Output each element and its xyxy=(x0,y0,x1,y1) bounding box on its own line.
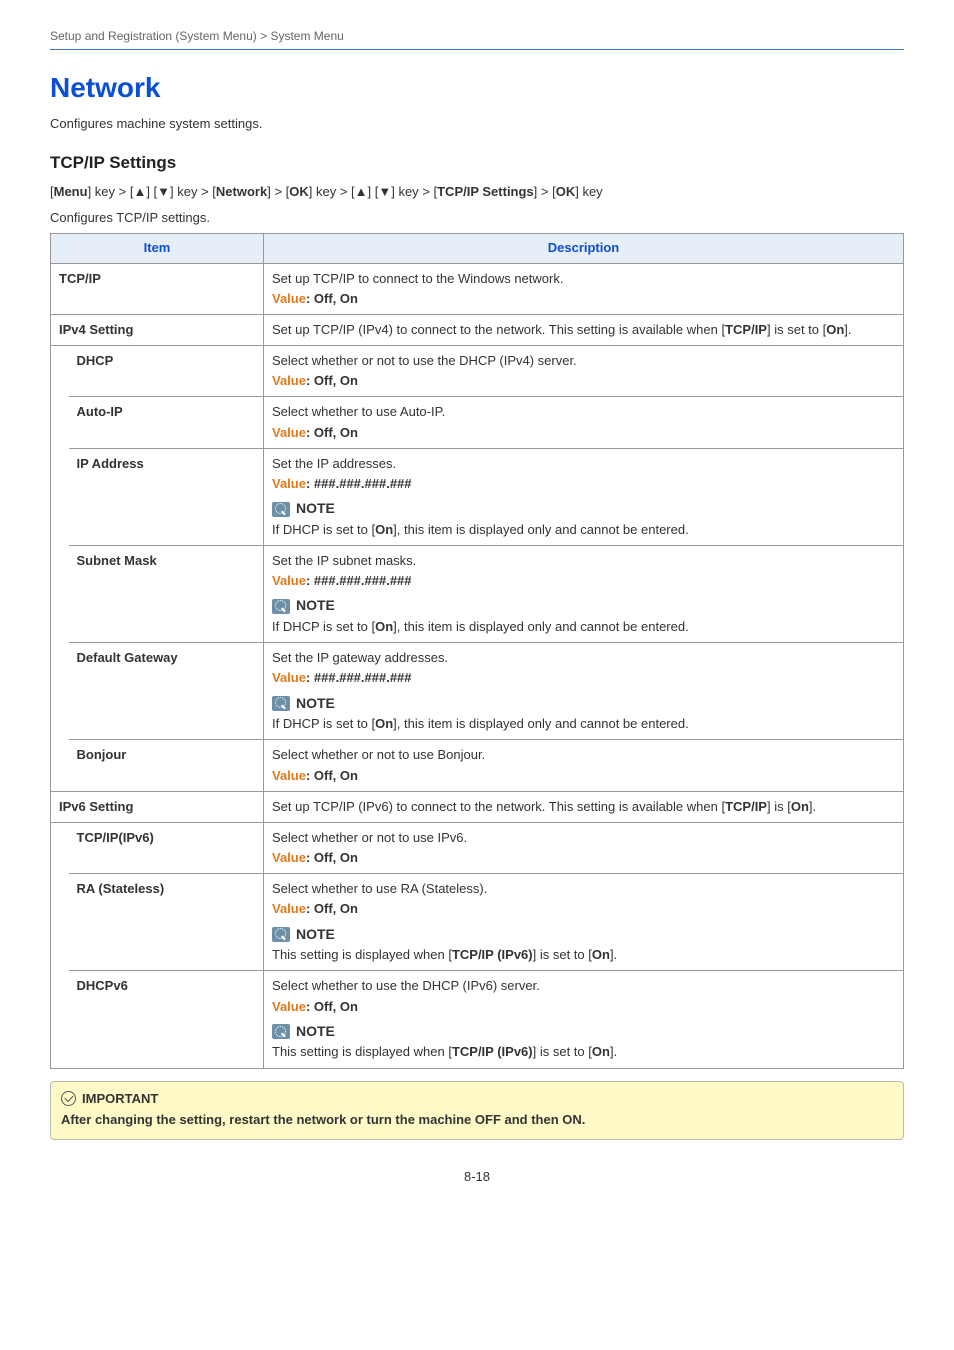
table-row: IP Address Set the IP addresses. Value: … xyxy=(51,448,904,545)
table-header-row: Item Description xyxy=(51,234,904,263)
table-row: RA (Stateless) Select whether to use RA … xyxy=(51,874,904,971)
row-bonjour-label: Bonjour xyxy=(69,740,264,791)
important-header: IMPORTANT xyxy=(61,1090,893,1108)
row-dhcp-desc: Select whether or not to use the DHCP (I… xyxy=(264,346,904,397)
row-dhcpv6-label: DHCPv6 xyxy=(69,971,264,1068)
row-dhcp-label: DHCP xyxy=(69,346,264,397)
row-subnet-label: Subnet Mask xyxy=(69,546,264,643)
row-ipaddr-desc: Set the IP addresses. Value: ###.###.###… xyxy=(264,448,904,545)
table-row: IPv4 Setting Set up TCP/IP (IPv4) to con… xyxy=(51,314,904,345)
row-ra-label: RA (Stateless) xyxy=(69,874,264,971)
breadcrumb: Setup and Registration (System Menu) > S… xyxy=(50,28,904,45)
note-label: NOTE xyxy=(296,694,335,714)
page-number: 8-18 xyxy=(50,1168,904,1186)
note-label: NOTE xyxy=(296,1022,335,1042)
note-icon xyxy=(272,502,290,517)
indent-ipv4 xyxy=(51,346,69,792)
table-row: Bonjour Select whether or not to use Bon… xyxy=(51,740,904,791)
row-gateway-label: Default Gateway xyxy=(69,643,264,740)
row-ipv4-label: IPv4 Setting xyxy=(51,314,264,345)
row-gateway-desc: Set the IP gateway addresses. Value: ###… xyxy=(264,643,904,740)
row-subnet-desc: Set the IP subnet masks. Value: ###.###.… xyxy=(264,546,904,643)
section-heading: TCP/IP Settings xyxy=(50,151,904,175)
indent-ipv6 xyxy=(51,822,69,1068)
table-row: DHCP Select whether or not to use the DH… xyxy=(51,346,904,397)
important-box: IMPORTANT After changing the setting, re… xyxy=(50,1081,904,1140)
row-autoip-label: Auto-IP xyxy=(69,397,264,448)
row-tcpip-label: TCP/IP xyxy=(51,263,264,314)
note-label: NOTE xyxy=(296,596,335,616)
row-tcpipv6-label: TCP/IP(IPv6) xyxy=(69,822,264,873)
note-icon xyxy=(272,927,290,942)
row-ipv6-desc: Set up TCP/IP (IPv6) to connect to the n… xyxy=(264,791,904,822)
header-divider xyxy=(50,49,904,50)
row-tcpip-desc: Set up TCP/IP to connect to the Windows … xyxy=(264,263,904,314)
row-ipv6-label: IPv6 Setting xyxy=(51,791,264,822)
note-icon xyxy=(272,1024,290,1039)
table-row: TCP/IP(IPv6) Select whether or not to us… xyxy=(51,822,904,873)
th-item: Item xyxy=(51,234,264,263)
note-icon xyxy=(272,599,290,614)
row-ra-desc: Select whether to use RA (Stateless). Va… xyxy=(264,874,904,971)
intro-text: Configures machine system settings. xyxy=(50,115,904,133)
table-row: DHCPv6 Select whether to use the DHCP (I… xyxy=(51,971,904,1068)
th-description: Description xyxy=(264,234,904,263)
table-row: Subnet Mask Set the IP subnet masks. Val… xyxy=(51,546,904,643)
nav-path: [Menu] key > [▲] [▼] key > [Network] > [… xyxy=(50,183,904,201)
important-label: IMPORTANT xyxy=(82,1090,158,1108)
settings-table: Item Description TCP/IP Set up TCP/IP to… xyxy=(50,233,904,1068)
important-text: After changing the setting, restart the … xyxy=(61,1111,893,1129)
note-icon xyxy=(272,696,290,711)
row-bonjour-desc: Select whether or not to use Bonjour. Va… xyxy=(264,740,904,791)
table-row: Default Gateway Set the IP gateway addre… xyxy=(51,643,904,740)
note-label: NOTE xyxy=(296,925,335,945)
row-dhcpv6-desc: Select whether to use the DHCP (IPv6) se… xyxy=(264,971,904,1068)
check-circle-icon xyxy=(61,1091,76,1106)
note-label: NOTE xyxy=(296,499,335,519)
row-ipaddr-label: IP Address xyxy=(69,448,264,545)
table-row: IPv6 Setting Set up TCP/IP (IPv6) to con… xyxy=(51,791,904,822)
row-autoip-desc: Select whether to use Auto-IP. Value: Of… xyxy=(264,397,904,448)
table-row: TCP/IP Set up TCP/IP to connect to the W… xyxy=(51,263,904,314)
section-intro: Configures TCP/IP settings. xyxy=(50,209,904,227)
row-tcpipv6-desc: Select whether or not to use IPv6. Value… xyxy=(264,822,904,873)
row-ipv4-desc: Set up TCP/IP (IPv4) to connect to the n… xyxy=(264,314,904,345)
page-title: Network xyxy=(50,68,904,107)
table-row: Auto-IP Select whether to use Auto-IP. V… xyxy=(51,397,904,448)
